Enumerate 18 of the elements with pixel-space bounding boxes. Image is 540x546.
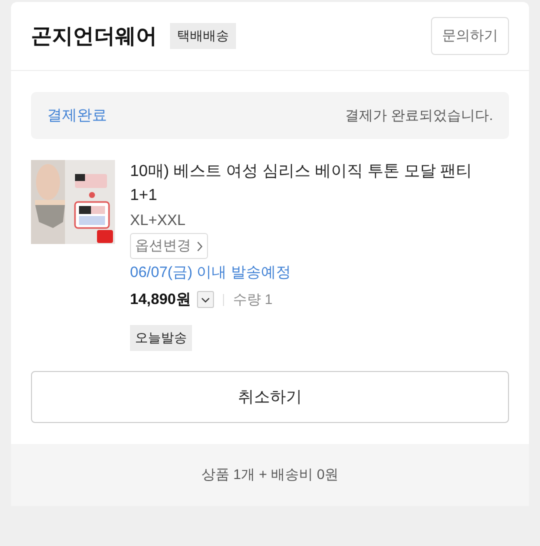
shipping-estimate: 06/07(금) 이내 발송예정 xyxy=(130,263,291,282)
chevron-down-icon xyxy=(200,296,210,302)
today-shipping-badge: 오늘발송 xyxy=(130,325,192,351)
product-title: 10매) 베스트 여성 심리스 베이직 투톤 모달 팬티 xyxy=(130,162,472,182)
order-summary: 상품 1개 + 배송비 0원 xyxy=(201,466,339,484)
status-label: 결제완료 xyxy=(47,106,107,125)
status-message: 결제가 완료되었습니다. xyxy=(345,106,493,124)
delivery-tag: 택배배송 xyxy=(170,23,236,49)
quantity: 수량 1 xyxy=(232,290,273,308)
option-text: XL+XXL xyxy=(130,212,186,229)
product-title: 1+1 xyxy=(130,186,158,206)
seller-name: 곤지언더웨어 xyxy=(31,24,157,50)
chevron-right-icon xyxy=(196,240,203,252)
price-detail-toggle[interactable] xyxy=(196,291,214,308)
cancel-button[interactable]: 취소하기 xyxy=(31,371,509,423)
inquiry-button[interactable]: 문의하기 xyxy=(431,17,509,55)
price: 14,890원 xyxy=(130,290,191,309)
option-change-button[interactable]: 옵션변경 xyxy=(130,233,208,259)
